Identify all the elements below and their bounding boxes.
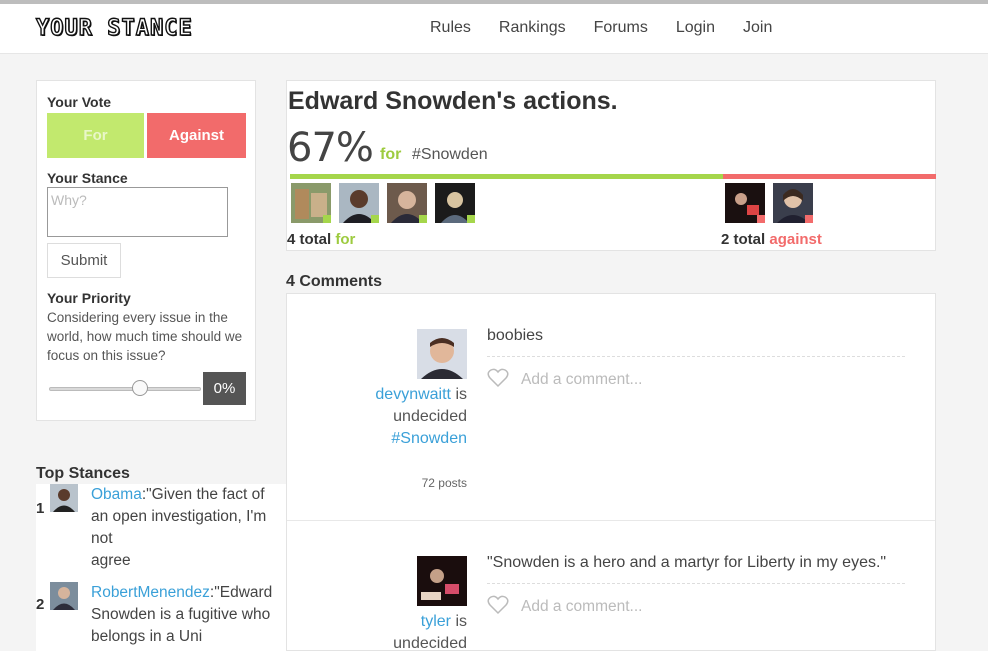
stance-rank: 2 — [36, 596, 45, 613]
stance-user-link[interactable]: Obama — [91, 486, 142, 503]
avatar[interactable] — [435, 183, 475, 223]
issue-percent: 67% — [287, 125, 374, 171]
comment-user-link[interactable]: devynwaitt — [375, 386, 451, 403]
nav-rules[interactable]: Rules — [430, 19, 471, 37]
issue-title: Edward Snowden's actions. — [288, 87, 618, 115]
comment-author: devynwaitt is undecided #Snowden — [375, 386, 467, 447]
avatar[interactable] — [773, 183, 813, 223]
avatar[interactable] — [50, 484, 78, 512]
comment-text: boobies — [487, 327, 544, 344]
issue-card: Edward Snowden's actions. 67% for #Snowd… — [286, 80, 936, 251]
avatar[interactable] — [50, 582, 78, 610]
comment: devynwaitt is undecided #Snowden 72 post… — [287, 294, 935, 520]
for-indicator — [323, 215, 331, 223]
comment-user-tag[interactable]: #Snowden — [391, 430, 467, 447]
navbar: YOUR STANCE Rules Rankings Forums Login … — [0, 4, 988, 54]
top-stance-text: RobertMenendez:"Edward Snowden is a fugi… — [91, 584, 273, 645]
priority-title: Your Priority — [47, 290, 131, 306]
avatar[interactable] — [417, 556, 467, 606]
avatar[interactable] — [417, 329, 467, 379]
priority-slider-handle[interactable] — [132, 380, 148, 396]
priority-slider-track[interactable] — [49, 387, 201, 391]
nav-join[interactable]: Join — [743, 19, 772, 37]
stance-textarea[interactable] — [47, 187, 228, 237]
priority-description: Considering every issue in the world, ho… — [47, 310, 243, 363]
for-indicator — [467, 215, 475, 223]
site-logo[interactable]: YOUR STANCE — [35, 15, 193, 41]
for-progress-bar — [290, 174, 723, 179]
top-stances-list: 1 Obama:"Given the fact of an open inves… — [36, 484, 286, 651]
nav-login[interactable]: Login — [676, 19, 715, 37]
vote-against-button[interactable]: Against — [147, 113, 246, 158]
against-total: 2 total against — [721, 231, 822, 248]
add-comment-link[interactable]: Add a comment... — [521, 598, 642, 616]
top-stance-text: Obama:"Given the fact of an open investi… — [91, 486, 267, 569]
heart-icon[interactable] — [487, 368, 509, 393]
heart-icon[interactable] — [487, 595, 509, 620]
comments-list: devynwaitt is undecided #Snowden 72 post… — [286, 293, 936, 651]
for-avatars — [291, 183, 475, 223]
top-stance-item: 1 Obama:"Given the fact of an open inves… — [36, 484, 286, 576]
avatar[interactable] — [387, 183, 427, 223]
top-stance-item: 2 RobertMenendez:"Edward Snowden is a fu… — [36, 582, 286, 651]
stance-title: Your Stance — [47, 170, 128, 186]
comments-title: 4 Comments — [286, 273, 383, 290]
issue-percent-side: for — [380, 146, 402, 163]
comment-author: tyler is undecided — [393, 613, 467, 651]
submit-button[interactable]: Submit — [47, 243, 121, 278]
comment-user-status: undecided — [393, 635, 467, 651]
against-indicator — [805, 215, 813, 223]
stance-status: agree — [91, 552, 131, 569]
comment-text: "Snowden is a hero and a martyr for Libe… — [487, 554, 887, 571]
for-total: 4 total for — [287, 231, 356, 248]
comment-divider — [487, 356, 905, 357]
stance-rank: 1 — [36, 500, 45, 517]
comment-user-status: undecided — [393, 408, 467, 425]
vote-title: Your Vote — [47, 94, 112, 110]
comment-post-count: 72 posts — [421, 476, 467, 490]
vote-panel: Your Vote For Against Your Stance Submit… — [36, 80, 256, 421]
comment-user-link[interactable]: tyler — [421, 613, 451, 630]
vote-for-button[interactable]: For — [47, 113, 144, 158]
comment: tyler is undecided "Snowden is a hero an… — [287, 520, 935, 651]
against-indicator — [757, 215, 765, 223]
against-avatars — [725, 183, 813, 223]
avatar[interactable] — [725, 183, 765, 223]
top-stances-title: Top Stances — [36, 465, 130, 482]
main-nav: Rules Rankings Forums Login Join — [430, 19, 800, 37]
stance-user-link[interactable]: RobertMenendez — [91, 584, 210, 601]
comment-divider — [487, 583, 905, 584]
avatar[interactable] — [291, 183, 331, 223]
priority-value: 0% — [203, 372, 246, 405]
nav-rankings[interactable]: Rankings — [499, 19, 566, 37]
for-indicator — [419, 215, 427, 223]
for-indicator — [371, 215, 379, 223]
against-progress-bar — [723, 174, 936, 179]
nav-forums[interactable]: Forums — [594, 19, 648, 37]
add-comment-link[interactable]: Add a comment... — [521, 371, 642, 389]
issue-hashtag[interactable]: #Snowden — [412, 146, 488, 164]
avatar[interactable] — [339, 183, 379, 223]
